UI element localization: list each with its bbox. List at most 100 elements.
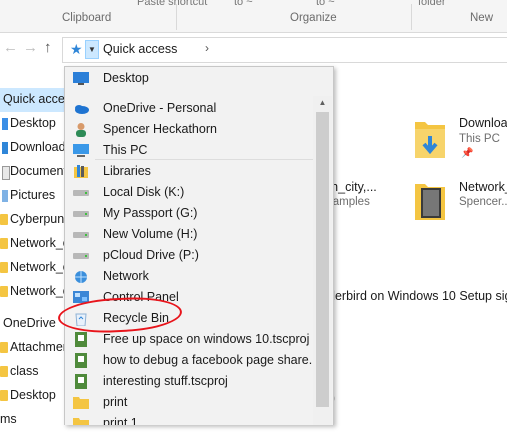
pictures-icon — [2, 190, 8, 202]
menu-scrollbar[interactable]: ▲ — [313, 96, 332, 425]
menu-item-network[interactable]: Network — [65, 266, 313, 287]
menu-item-print[interactable]: print — [65, 392, 313, 413]
tile-name-city[interactable]: rn_city,... — [327, 180, 377, 194]
tile-sub-spencer: Spencer... — [459, 196, 507, 208]
menu-item-desktop[interactable]: Desktop — [65, 68, 313, 89]
menu-item-my-passport-g[interactable]: My Passport (G:) — [65, 203, 313, 224]
address-bar[interactable]: ★ ▼ Quick access › — [62, 37, 507, 63]
downloads-folder-icon[interactable] — [413, 116, 447, 160]
menu-item-label: Local Disk (K:) — [103, 185, 185, 199]
nav-item-label: Downloads — [10, 140, 72, 154]
recycle-bin-icon — [75, 313, 87, 326]
menu-item-onedrive[interactable]: OneDrive - Personal — [65, 98, 313, 119]
menu-item-print-1[interactable]: print 1 — [65, 413, 313, 425]
folder-icon — [0, 286, 8, 297]
menu-item-new-volume-h[interactable]: New Volume (H:) — [65, 224, 313, 245]
menu-item-label: This PC — [103, 143, 148, 157]
navigation-pane: Quick access Desktop Downloads Documents… — [0, 86, 72, 426]
nav-item-cyberpunk[interactable]: Cyberpunk — [0, 208, 72, 232]
menu-item-user[interactable]: Spencer Heckathorn — [65, 119, 313, 140]
ribbon-fragment-move-to[interactable]: to ~ — [234, 0, 253, 8]
nav-item-label: class — [10, 364, 39, 378]
menu-item-recycle-bin[interactable]: Recycle Bin — [65, 308, 313, 329]
ribbon-fragment-new-folder[interactable]: folder — [418, 0, 446, 8]
nav-item-class[interactable]: class — [0, 360, 72, 384]
documents-icon — [2, 166, 10, 180]
menu-item-label: interesting stuff.tscproj — [103, 374, 228, 388]
up-arrow-icon[interactable]: ↑ — [44, 39, 52, 56]
address-dropdown-menu: Desktop OneDrive - Personal Spencer Heck… — [64, 66, 334, 425]
ribbon-separator — [176, 4, 177, 30]
nav-item-label: Cyberpunk — [10, 212, 71, 226]
folder-icon — [0, 366, 8, 377]
desktop-icon — [73, 72, 89, 85]
folder-icon — [0, 238, 8, 249]
menu-item-pcloud-drive-p[interactable]: pCloud Drive (P:) — [65, 245, 313, 266]
nav-item-attachments[interactable]: Attachmen — [0, 336, 72, 360]
menu-item-label: Free up space on windows 10.tscproj — [103, 332, 310, 346]
user-icon — [76, 123, 86, 137]
recent-file-name[interactable]: derbird on Windows 10 Setup sign — [328, 289, 507, 303]
menu-item-label: Desktop — [103, 71, 149, 85]
nav-item-label: Pictures — [10, 188, 56, 202]
nav-item-network-c-3[interactable]: Network_c — [0, 280, 72, 304]
nav-item-label: Desktop — [10, 116, 56, 130]
address-separator[interactable]: › — [205, 41, 209, 55]
drive-icon — [73, 253, 89, 259]
menu-item-label: My Passport (G:) — [103, 206, 198, 220]
tile-name-downloads[interactable]: Downloads — [459, 116, 507, 130]
network-folder-icon[interactable] — [413, 178, 447, 222]
drive-icon — [73, 232, 89, 238]
nav-item-ms[interactable]: ms — [0, 408, 72, 432]
menu-item-label: New Volume (H:) — [103, 227, 198, 241]
nav-item-label: Quick access — [3, 92, 72, 106]
nav-item-quick-access[interactable]: Quick access — [0, 88, 72, 112]
tile-name-network[interactable]: Network_... — [459, 180, 507, 194]
nav-item-label: Documents — [10, 164, 72, 178]
scroll-up-arrow-icon[interactable]: ▲ — [313, 96, 332, 110]
menu-item-free-up-space-tscproj[interactable]: Free up space on windows 10.tscproj — [65, 329, 313, 350]
menu-item-control-panel[interactable]: Control Panel — [65, 287, 313, 308]
tscproj-icon — [75, 332, 87, 347]
menu-item-label: Spencer Heckathorn — [103, 122, 217, 136]
ribbon-fragment-copy-to[interactable]: to ~ — [316, 0, 335, 8]
chevron-down-icon[interactable]: ▼ — [85, 40, 99, 59]
nav-item-pictures[interactable]: Pictures — [0, 184, 72, 208]
ribbon-fragment-paste-shortcut[interactable]: Paste shortcut — [137, 0, 207, 8]
nav-item-label: Network_c — [10, 260, 70, 274]
menu-item-label: Control Panel — [103, 290, 179, 304]
folder-icon — [0, 342, 8, 353]
nav-item-label: Network_c — [10, 236, 70, 250]
menu-item-local-disk-k[interactable]: Local Disk (K:) — [65, 182, 313, 203]
tile-sub-this-pc: This PC — [459, 133, 500, 145]
menu-item-libraries[interactable]: Libraries — [65, 161, 313, 182]
menu-item-interesting-stuff-tscproj[interactable]: interesting stuff.tscproj — [65, 371, 313, 392]
nav-item-downloads[interactable]: Downloads — [0, 136, 72, 160]
ribbon-group-new: New — [470, 12, 494, 24]
pin-icon[interactable]: 📌 — [461, 148, 473, 159]
nav-item-desktop[interactable]: Desktop — [0, 112, 72, 136]
tscproj-icon — [75, 353, 87, 368]
menu-item-debug-facebook-share[interactable]: how to debug a facebook page share.... — [65, 350, 323, 371]
folder-icon — [0, 214, 8, 225]
nav-item-network-c-2[interactable]: Network_c — [0, 256, 72, 280]
nav-item-documents[interactable]: Documents — [0, 160, 72, 184]
nav-item-desktop-onedrive[interactable]: Desktop — [0, 384, 72, 408]
forward-arrow-icon[interactable]: → — [23, 39, 38, 56]
menu-item-this-pc[interactable]: This PC — [65, 140, 313, 161]
drive-icon — [73, 211, 89, 217]
nav-item-network-c-1[interactable]: Network_c — [0, 232, 72, 256]
libraries-icon — [74, 165, 88, 178]
nav-item-onedrive[interactable]: OneDrive — [0, 312, 72, 336]
menu-item-label: Network — [103, 269, 149, 283]
nav-item-label: OneDrive — [3, 316, 56, 330]
scroll-thumb[interactable] — [316, 112, 329, 407]
back-arrow-icon[interactable]: ← — [3, 39, 18, 56]
address-path-quick-access[interactable]: Quick access — [103, 42, 177, 56]
desktop-icon — [2, 118, 8, 130]
menu-item-label: print — [103, 395, 128, 409]
ribbon-group-clipboard: Clipboard — [62, 12, 112, 24]
menu-item-label: Libraries — [103, 164, 151, 178]
nav-item-label: Network_c — [10, 284, 70, 298]
drive-icon — [73, 190, 89, 196]
